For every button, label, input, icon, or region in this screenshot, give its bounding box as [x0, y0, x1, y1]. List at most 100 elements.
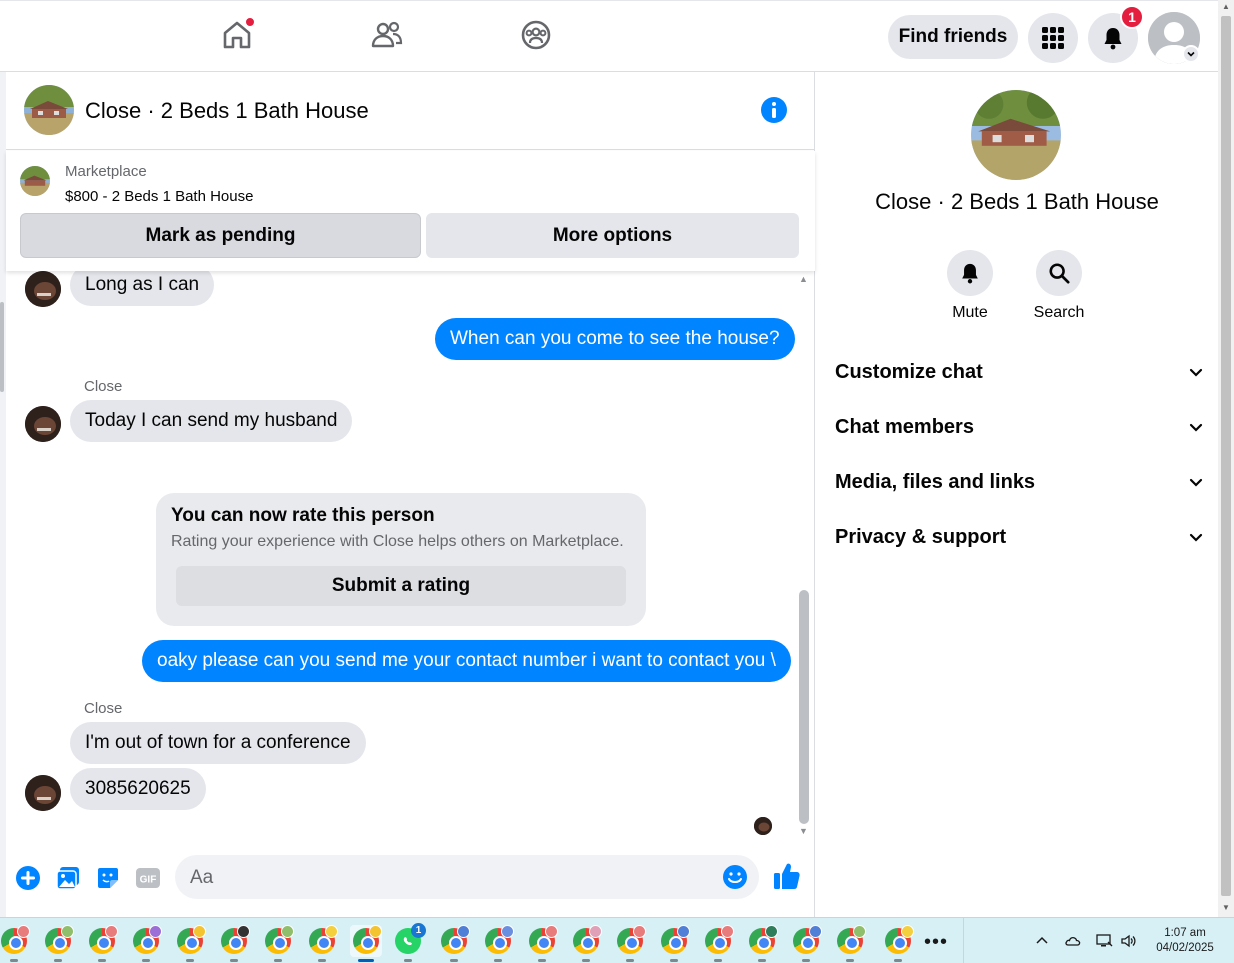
sender-avatar[interactable]: [25, 775, 61, 811]
message-input-placeholder: Aa: [190, 867, 214, 888]
account-menu-chevron[interactable]: [1182, 45, 1200, 63]
chevron-down-icon: [1187, 51, 1195, 57]
house-photo-icon: [971, 90, 1061, 180]
taskbar-chrome-profile[interactable]: [482, 925, 514, 962]
info-icon[interactable]: [760, 96, 788, 124]
emoji-icon[interactable]: [722, 864, 748, 890]
taskbar-overflow-icon[interactable]: •••: [924, 931, 948, 954]
chat-title: Close · 2 Beds 1 Bath House: [85, 98, 369, 123]
mute-button[interactable]: [947, 250, 993, 296]
marketplace-label: Marketplace: [65, 163, 147, 180]
marketplace-banner: Marketplace $800 - 2 Beds 1 Bath House M…: [6, 151, 815, 271]
section-label: Chat members: [835, 415, 974, 438]
groups-icon[interactable]: [518, 17, 554, 53]
message-input[interactable]: Aa: [175, 855, 759, 899]
scroll-down-arrow-icon[interactable]: ▼: [1222, 903, 1230, 912]
search-action[interactable]: Search: [1014, 250, 1104, 322]
more-options-button[interactable]: More options: [426, 213, 799, 258]
read-receipt-avatar: [754, 817, 772, 835]
listing-thumbnail[interactable]: [20, 166, 50, 196]
listing-large-avatar[interactable]: [971, 90, 1061, 180]
clock-time: 1:07 am: [1164, 927, 1206, 939]
chat-scrollbar[interactable]: ▲ ▼: [796, 274, 811, 842]
taskbar-chrome-profile[interactable]: [130, 925, 162, 962]
chat-panel: Close · 2 Beds 1 Bath House Marketplace …: [6, 72, 815, 917]
listing-price-title[interactable]: $800 - 2 Beds 1 Bath House: [65, 188, 253, 205]
home-icon[interactable]: [219, 17, 255, 53]
taskbar-chrome-active[interactable]: [350, 925, 382, 962]
section-label: Media, files and links: [835, 470, 1036, 493]
menu-grid-button[interactable]: [1028, 13, 1078, 63]
friends-icon[interactable]: [369, 17, 405, 53]
volume-icon[interactable]: [1120, 932, 1138, 950]
sender-avatar[interactable]: [25, 406, 61, 442]
message-composer: GIF Aa: [6, 847, 815, 917]
taskbar-chrome-profile[interactable]: [834, 925, 866, 962]
window-scrollbar[interactable]: ▲ ▼: [1218, 0, 1234, 917]
taskbar-chrome-profile[interactable]: [614, 925, 646, 962]
scroll-down-arrow-icon[interactable]: ▼: [799, 826, 808, 836]
photo-icon[interactable]: [54, 864, 82, 892]
taskbar-chrome-profile[interactable]: [306, 925, 338, 962]
top-navigation-bar: Find friends 1: [0, 0, 1218, 72]
notification-badge: 1: [1120, 5, 1144, 29]
section-label: Privacy & support: [835, 525, 1007, 548]
taskbar-chrome-profile[interactable]: [882, 925, 914, 962]
find-friends-button[interactable]: Find friends: [888, 15, 1018, 59]
listing-avatar[interactable]: [24, 85, 74, 135]
taskbar-chrome-profile[interactable]: [438, 925, 470, 962]
mute-action[interactable]: Mute: [925, 250, 1015, 322]
sender-avatar[interactable]: [25, 271, 61, 307]
notifications-button[interactable]: 1: [1088, 5, 1144, 63]
taskbar-chrome-profile[interactable]: [86, 925, 118, 962]
search-icon: [1049, 263, 1070, 284]
section-privacy-support[interactable]: Privacy & support: [835, 517, 1205, 557]
windows-taskbar: 1 ••• 1:07 am 04/02/2025: [0, 917, 1234, 963]
scroll-up-arrow-icon[interactable]: ▲: [799, 274, 808, 284]
message-bubble-outgoing[interactable]: oaky please can you send me your contact…: [142, 640, 791, 682]
taskbar-chrome-profile[interactable]: [0, 925, 30, 962]
message-bubble-incoming[interactable]: Today I can send my husband: [70, 400, 353, 442]
chevron-down-icon: [1189, 423, 1203, 432]
chevron-down-icon: [1189, 368, 1203, 377]
chat-scroll-thumb[interactable]: [799, 590, 809, 824]
plus-icon[interactable]: [14, 864, 42, 892]
grid-icon: [1042, 27, 1064, 49]
section-chat-members[interactable]: Chat members: [835, 407, 1205, 447]
taskbar-chrome-profile[interactable]: [218, 925, 250, 962]
onedrive-cloud-icon[interactable]: [1064, 932, 1082, 950]
house-photo-icon: [24, 85, 74, 135]
taskbar-chrome-profile[interactable]: [570, 925, 602, 962]
taskbar-chrome-profile[interactable]: [174, 925, 206, 962]
scroll-up-arrow-icon[interactable]: ▲: [1222, 2, 1230, 11]
taskbar-chrome-profile[interactable]: [526, 925, 558, 962]
sticker-icon[interactable]: [94, 864, 122, 892]
window-scroll-thumb[interactable]: [1221, 16, 1231, 896]
taskbar-chrome-profile[interactable]: [702, 925, 734, 962]
taskbar-chrome-profile[interactable]: [790, 925, 822, 962]
chevron-up-icon[interactable]: [1033, 932, 1051, 950]
section-media-files-links[interactable]: Media, files and links: [835, 462, 1205, 502]
details-title: Close · 2 Beds 1 Bath House: [875, 189, 1159, 214]
message-bubble-outgoing[interactable]: When can you come to see the house?: [435, 318, 795, 360]
left-scroll-thumb[interactable]: [0, 302, 4, 392]
submit-rating-button[interactable]: Submit a rating: [176, 566, 626, 606]
search-label: Search: [1033, 304, 1085, 321]
taskbar-chrome-profile[interactable]: [746, 925, 778, 962]
gif-icon[interactable]: GIF: [134, 864, 162, 892]
network-icon[interactable]: [1095, 932, 1113, 950]
bell-icon: [962, 263, 978, 284]
taskbar-chrome-profile[interactable]: [658, 925, 690, 962]
taskbar-chrome-profile[interactable]: [42, 925, 74, 962]
system-clock[interactable]: 1:07 am 04/02/2025: [1150, 926, 1220, 956]
taskbar-whatsapp[interactable]: 1: [392, 923, 426, 962]
message-bubble-incoming[interactable]: I'm out of town for a conference: [70, 722, 366, 764]
message-bubble-incoming[interactable]: 3085620625: [70, 768, 206, 810]
mark-as-pending-button[interactable]: Mark as pending: [20, 213, 421, 258]
taskbar-chrome-profile[interactable]: [262, 925, 294, 962]
rating-prompt-card: You can now rate this person Rating your…: [156, 493, 646, 626]
like-thumbs-up-icon[interactable]: [772, 861, 800, 889]
search-button[interactable]: [1036, 250, 1082, 296]
section-customize-chat[interactable]: Customize chat: [835, 352, 1205, 392]
home-notification-dot: [245, 17, 255, 27]
